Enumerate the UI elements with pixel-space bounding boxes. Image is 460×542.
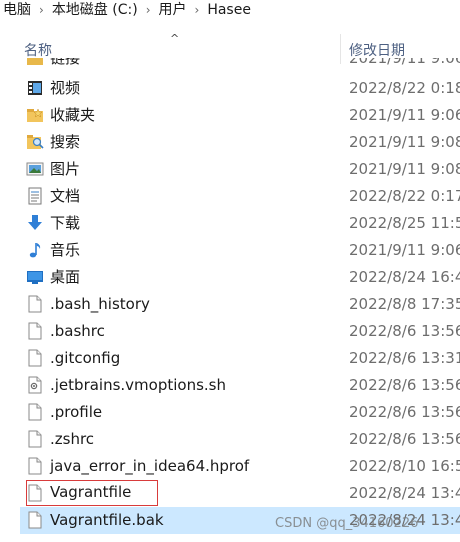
file-icon [28, 403, 42, 421]
file-date: 2022/8/6 13:56 [349, 376, 460, 394]
music-folder-icon [29, 243, 41, 258]
video-folder-icon [28, 81, 42, 95]
breadcrumb-users[interactable]: 用户 [156, 0, 190, 20]
file-date: 2022/8/22 0:18 [349, 79, 460, 97]
list-item[interactable]: .bash_history 2022/8/8 17:35 [0, 291, 460, 318]
list-item[interactable]: Vagrantfile 2022/8/24 13:4 [0, 480, 460, 507]
breadcrumb-this-pc[interactable]: 电脑 [0, 0, 34, 20]
file-name: .gitconfig [50, 349, 121, 367]
file-icon [28, 295, 42, 313]
breadcrumb-hasee[interactable]: Hasee [204, 0, 254, 20]
list-item[interactable]: .jetbrains.vmoptions.sh 2022/8/6 13:56 [0, 372, 460, 399]
list-item[interactable]: 搜索 2021/9/11 9:08 [0, 129, 460, 156]
file-date: 2022/8/24 16:4 [349, 268, 460, 286]
pictures-folder-icon [26, 162, 44, 176]
file-date: 2021/9/11 9:06 [349, 106, 460, 124]
file-date: 2021/9/11 9:06 [349, 58, 460, 67]
file-date: 2021/9/11 9:08 [349, 133, 460, 151]
list-item[interactable]: 文档 2022/8/22 0:17 [0, 183, 460, 210]
sort-ascending-icon: ^ [170, 32, 180, 45]
desktop-folder-icon [27, 271, 43, 284]
links-folder-icon [27, 58, 43, 65]
watermark: CSDN @qq_34160226 [275, 516, 419, 531]
search-folder-icon [27, 135, 44, 149]
documents-folder-icon [28, 187, 42, 205]
file-date: 2022/8/22 0:17 [349, 187, 460, 205]
list-item-partial[interactable]: 链接 2021/9/11 9:06 [0, 58, 460, 68]
list-item[interactable]: 视频 2022/8/22 0:18 [0, 75, 460, 102]
file-date: 2022/8/6 13:56 [349, 322, 460, 340]
file-name: java_error_in_idea64.hprof [50, 457, 250, 475]
list-item[interactable]: java_error_in_idea64.hprof 2022/8/10 16:5 [0, 453, 460, 480]
file-icon [28, 511, 42, 529]
file-date: 2022/8/10 16:5 [349, 457, 460, 475]
column-header-name[interactable]: 名称 [24, 40, 52, 60]
file-date: 2022/8/6 13:31 [349, 349, 460, 367]
file-name: .jetbrains.vmoptions.sh [50, 376, 227, 394]
file-name: .bashrc [50, 322, 105, 340]
chevron-right-icon[interactable]: › [141, 0, 156, 20]
file-name: 搜索 [50, 133, 81, 151]
list-item[interactable]: 收藏夹 2021/9/11 9:06 [0, 102, 460, 129]
file-date: 2021/9/11 9:06 [349, 241, 460, 259]
file-name-focused: Vagrantfile [26, 480, 158, 506]
list-item[interactable]: .gitconfig 2022/8/6 13:31 [0, 345, 460, 372]
file-name-text: Vagrantfile [50, 483, 132, 501]
file-icon [28, 322, 42, 340]
file-name: 文档 [50, 187, 81, 205]
file-name: .bash_history [50, 295, 150, 313]
file-name: 收藏夹 [50, 106, 96, 124]
list-item[interactable]: .zshrc 2022/8/6 13:56 [0, 426, 460, 453]
file-date: 2022/8/25 11:5 [349, 214, 460, 232]
file-icon [28, 457, 42, 475]
file-icon [28, 349, 42, 367]
chevron-right-icon[interactable]: › [34, 0, 49, 20]
list-item[interactable]: .bashrc 2022/8/6 13:56 [0, 318, 460, 345]
file-list: 视频 2022/8/22 0:18 收藏夹 2021/9/11 9:06 搜索 2021/… [0, 75, 460, 534]
script-file-icon [28, 376, 42, 394]
file-name: 链接 [50, 58, 81, 67]
file-name: 图片 [50, 160, 81, 178]
breadcrumb: 电脑 › 本地磁盘 (C:) › 用户 › Hasee [0, 0, 460, 20]
file-name: Vagrantfile.bak [50, 511, 164, 529]
file-name: 下载 [50, 214, 81, 232]
file-name: 视频 [50, 79, 81, 97]
breadcrumb-local-disk[interactable]: 本地磁盘 (C:) [49, 0, 141, 20]
file-name: 桌面 [50, 268, 81, 286]
list-item[interactable]: 下载 2022/8/25 11:5 [0, 210, 460, 237]
file-name: .zshrc [50, 430, 95, 448]
file-date: 2022/8/6 13:56 [349, 403, 460, 421]
file-date: 2022/8/8 17:35 [349, 295, 460, 313]
column-header-date-modified[interactable]: 修改日期 [349, 40, 405, 60]
file-date: 2022/8/24 13:4 [349, 484, 460, 502]
file-date: 2021/9/11 9:08 [349, 160, 460, 178]
list-item[interactable]: 音乐 2021/9/11 9:06 [0, 237, 460, 264]
downloads-folder-icon [28, 215, 42, 230]
list-item[interactable]: 图片 2021/9/11 9:08 [0, 156, 460, 183]
favorites-folder-icon [27, 108, 43, 122]
file-name: .profile [50, 403, 103, 421]
file-icon [28, 430, 42, 448]
list-item[interactable]: 桌面 2022/8/24 16:4 [0, 264, 460, 291]
file-date: 2022/8/6 13:56 [349, 430, 460, 448]
file-name: 音乐 [50, 241, 81, 259]
list-item[interactable]: .profile 2022/8/6 13:56 [0, 399, 460, 426]
chevron-right-icon[interactable]: › [190, 0, 205, 20]
